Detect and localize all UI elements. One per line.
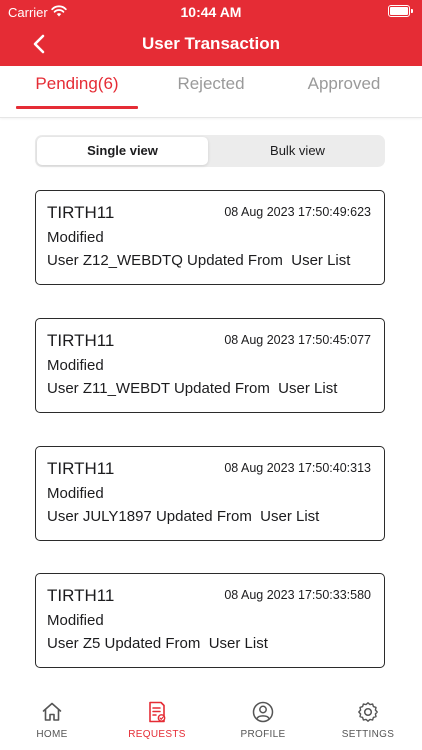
bulk-view-option[interactable]: Bulk view bbox=[212, 137, 383, 165]
transaction-action: Modified bbox=[47, 229, 104, 246]
transaction-timestamp: 08 Aug 2023 17:50:40:313 bbox=[224, 461, 371, 475]
transaction-action: Modified bbox=[47, 485, 104, 502]
transaction-user: TIRTH11 bbox=[47, 203, 115, 222]
tab-pending[interactable]: Pending(6) bbox=[16, 66, 138, 114]
transaction-description: User Z12_WEBDTQ Updated From User List bbox=[47, 252, 351, 269]
nav-requests[interactable]: REQUESTS bbox=[107, 692, 207, 750]
transaction-action: Modified bbox=[47, 612, 104, 629]
tab-rejected[interactable]: Rejected bbox=[150, 66, 272, 114]
battery-icon bbox=[388, 5, 413, 17]
transaction-description: User JULY1897 Updated From User List bbox=[47, 508, 320, 525]
transaction-card[interactable]: TIRTH11 08 Aug 2023 17:50:45:077 Modifie… bbox=[35, 318, 385, 413]
nav-profile-label: PROFILE bbox=[240, 729, 286, 740]
transaction-action: Modified bbox=[47, 357, 104, 374]
single-view-option[interactable]: Single view bbox=[37, 137, 208, 165]
gear-icon bbox=[358, 702, 378, 722]
tab-bar: Pending(6) Rejected Approved bbox=[0, 66, 422, 118]
transaction-timestamp: 08 Aug 2023 17:50:45:077 bbox=[224, 333, 371, 347]
view-toggle: Single view Bulk view bbox=[35, 135, 385, 167]
transaction-user: TIRTH11 bbox=[47, 586, 115, 605]
app-header: Carrier 10:44 AM User Transaction bbox=[0, 0, 422, 66]
page-title: User Transaction bbox=[142, 34, 280, 53]
transaction-timestamp: 08 Aug 2023 17:50:49:623 bbox=[224, 205, 371, 219]
nav-home-label: HOME bbox=[36, 729, 68, 740]
bottom-nav: HOME REQUESTS PROFILE SETTINGS bbox=[0, 692, 422, 750]
requests-icon bbox=[149, 701, 166, 723]
transaction-user: TIRTH11 bbox=[47, 331, 115, 350]
clock: 10:44 AM bbox=[180, 4, 242, 20]
transaction-card[interactable]: TIRTH11 08 Aug 2023 17:50:49:623 Modifie… bbox=[35, 190, 385, 285]
home-icon bbox=[42, 702, 62, 721]
transaction-user: TIRTH11 bbox=[47, 459, 115, 478]
nav-settings-label: SETTINGS bbox=[341, 729, 395, 740]
transaction-description: User Z5 Updated From User List bbox=[47, 635, 268, 652]
transaction-card[interactable]: TIRTH11 08 Aug 2023 17:50:33:580 Modifie… bbox=[35, 573, 385, 668]
tab-approved[interactable]: Approved bbox=[283, 66, 405, 114]
transaction-card[interactable]: TIRTH11 08 Aug 2023 17:50:40:313 Modifie… bbox=[35, 446, 385, 541]
transaction-timestamp: 08 Aug 2023 17:50:33:580 bbox=[224, 588, 371, 602]
status-bar: Carrier 10:44 AM bbox=[0, 0, 422, 24]
nav-requests-label: REQUESTS bbox=[128, 729, 186, 740]
transaction-description: User Z11_WEBDT Updated From User List bbox=[47, 380, 338, 397]
nav-profile[interactable]: PROFILE bbox=[213, 692, 313, 750]
nav-home[interactable]: HOME bbox=[2, 692, 102, 750]
nav-settings[interactable]: SETTINGS bbox=[318, 692, 418, 750]
profile-icon bbox=[252, 701, 274, 723]
